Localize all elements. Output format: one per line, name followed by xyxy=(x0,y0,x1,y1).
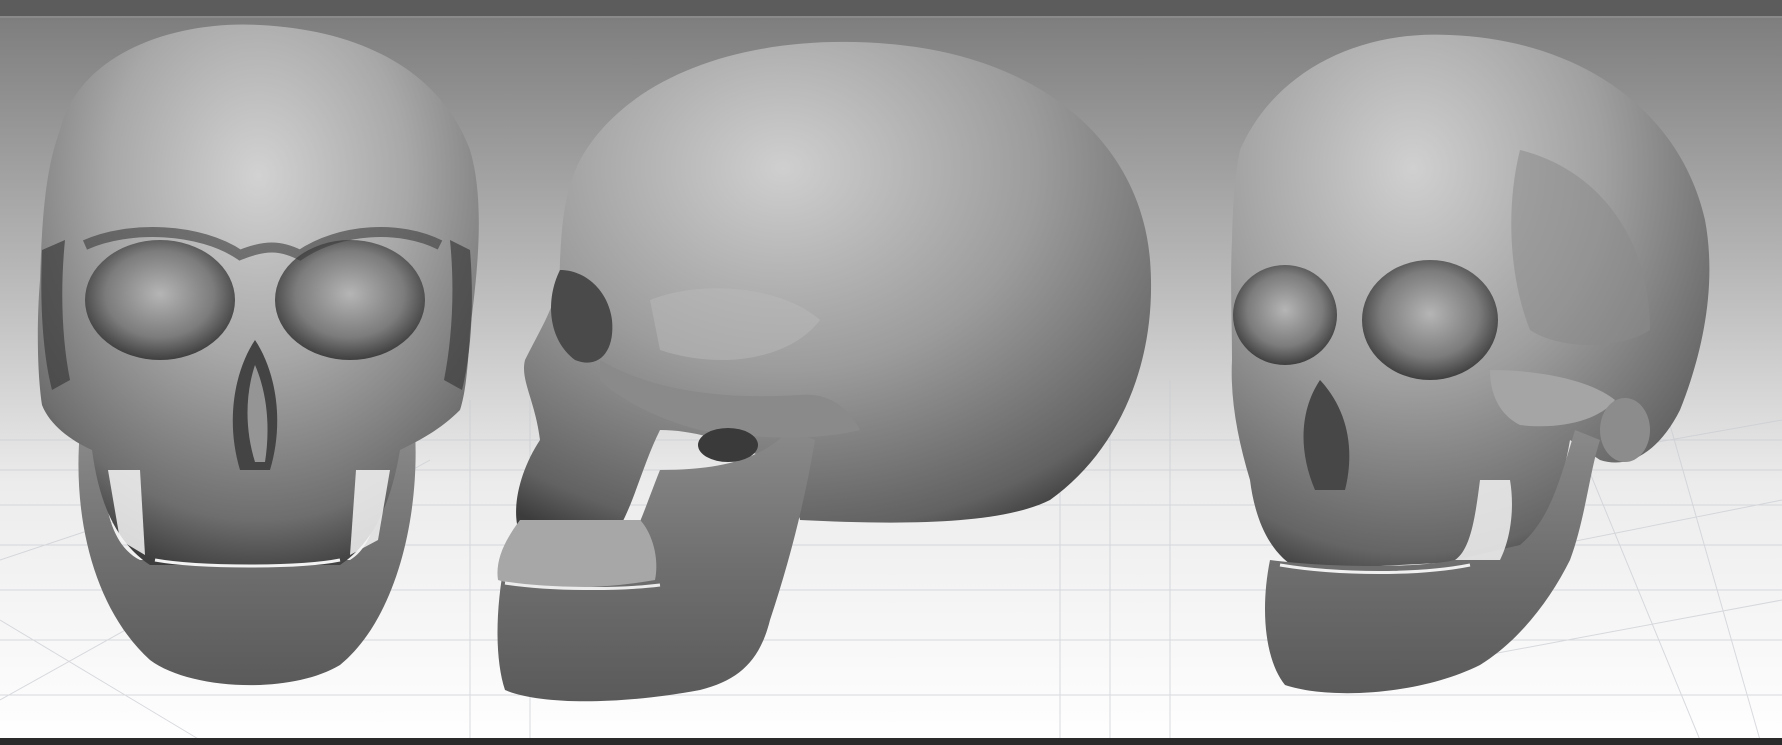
tq-mastoid xyxy=(1600,398,1650,462)
viewport-canvas[interactable] xyxy=(0,0,1782,745)
top-bar-highlight xyxy=(0,16,1782,18)
side-ear-hole xyxy=(698,428,758,462)
side-maxilla xyxy=(497,520,657,588)
front-eye-socket-left xyxy=(85,240,235,360)
sculpt-viewport[interactable] xyxy=(0,0,1782,745)
top-bar xyxy=(0,0,1782,16)
bottom-bar xyxy=(0,738,1782,745)
tq-eye-socket-right xyxy=(1362,260,1498,380)
tq-eye-socket-left xyxy=(1233,265,1337,365)
